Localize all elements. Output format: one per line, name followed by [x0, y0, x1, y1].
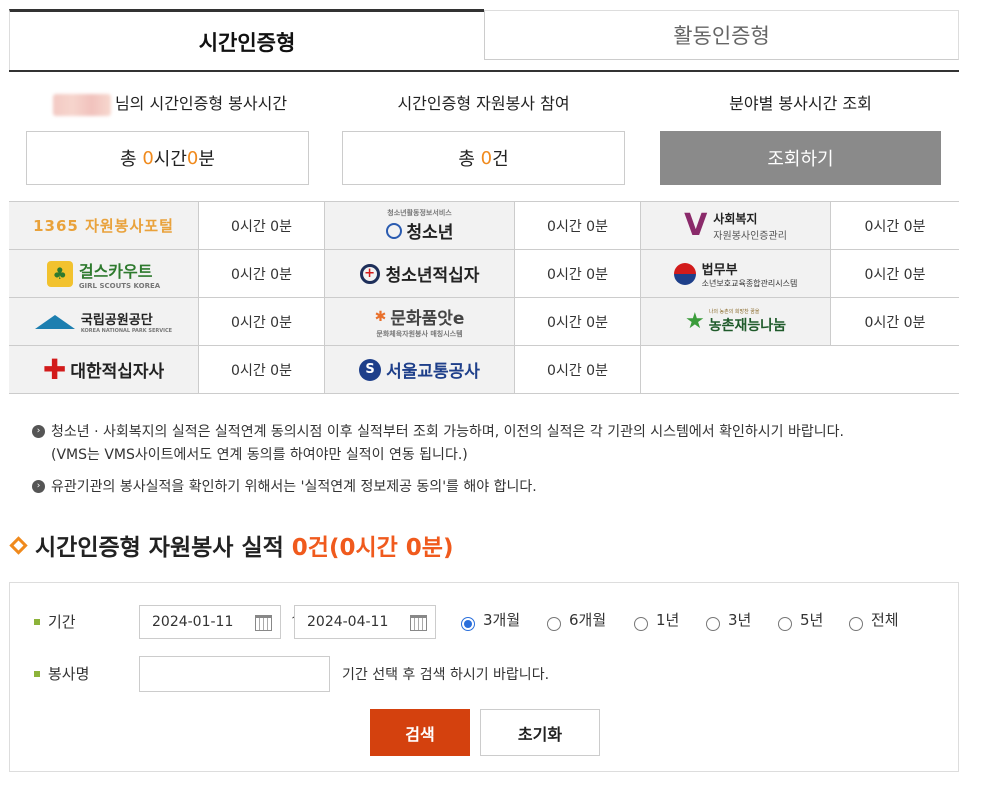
range-6m-radio[interactable]: 6개월 [547, 609, 606, 631]
radio-icon[interactable] [634, 617, 648, 631]
taegeuk-icon [673, 262, 696, 285]
calendar-icon[interactable] [255, 615, 272, 631]
mountain-icon [34, 314, 75, 329]
org-logo-social-welfare: V 사회복지 자원봉사인증관리 [641, 202, 831, 250]
people-icon: ✱ [374, 308, 387, 325]
chevron-right-icon: › [32, 479, 45, 493]
red-cross-icon: ✚ [42, 352, 67, 386]
section-title: 시간인증형 자원봉사 실적 0건(0시간 0분) [9, 528, 453, 562]
total-count-box: 총 0건 [342, 131, 625, 185]
org-logo-1365: 1365 자원봉사포털 [9, 202, 199, 250]
radio-checked-icon[interactable] [461, 617, 475, 631]
range-all-radio[interactable]: 전체 [849, 609, 899, 631]
total-hours-box: 총 0 시간 0분 [26, 131, 309, 185]
org-value-youth-red-cross: 0시간 0분 [515, 250, 641, 298]
end-date-input[interactable]: 2024-04-11 [294, 605, 436, 639]
tab-activity-certified[interactable]: 활동인증형 [484, 10, 959, 60]
range-3m-radio[interactable]: 3개월 [461, 609, 520, 631]
search-hint: 기간 선택 후 검색 하시기 바랍니다. [342, 667, 550, 683]
v-icon: V [684, 208, 708, 243]
participation-label: 시간인증형 자원봉사 참여 [397, 94, 570, 113]
org-value-national-park: 0시간 0분 [199, 298, 325, 346]
smile-icon [385, 222, 402, 239]
note-1b: (VMS는 VMS사이트에서도 연계 동의를 하여야만 실적이 연동 됩니다.) [51, 447, 468, 463]
radio-icon[interactable] [778, 617, 792, 631]
empty-cell [641, 346, 959, 394]
diamond-icon [9, 535, 28, 555]
org-logo-rural-talent: ★ 나의 농촌의 희망찬 꿈을 농촌재능나눔 [641, 298, 831, 346]
service-name-label: 봉사명 [34, 663, 89, 684]
metro-icon: S [359, 358, 382, 381]
org-value-culture: 0시간 0분 [515, 298, 641, 346]
org-value-youth: 0시간 0분 [515, 202, 641, 250]
range-3y-radio[interactable]: 3년 [706, 609, 751, 631]
note-1: › 청소년 · 사회복지의 실적은 실적연계 동의시점 이후 실적부터 조회 가능… [32, 421, 844, 443]
tab-divider [9, 70, 959, 72]
star-person-icon: ★ [684, 309, 705, 334]
field-lookup-label: 분야별 봉사시간 조회 [729, 94, 872, 113]
blurred-username [52, 93, 111, 116]
search-form: 기간 2024-01-11 ~ 2024-04-11 3개월 6개월 1년 3년… [9, 582, 959, 772]
square-bullet-icon [34, 670, 40, 677]
org-logo-youth: 청소년활동정보서비스 청소년 [325, 202, 515, 250]
org-value-ministry-justice: 0시간 0분 [831, 250, 959, 298]
lookup-button[interactable]: 조회하기 [660, 131, 941, 185]
org-value-1365: 0시간 0분 [199, 202, 325, 250]
chevron-right-icon: › [32, 424, 45, 438]
period-label: 기간 [34, 611, 76, 632]
radio-icon[interactable] [849, 617, 863, 631]
org-logo-youth-red-cross: + 청소년적십자 [325, 250, 515, 298]
service-name-input[interactable] [139, 656, 330, 692]
radio-icon[interactable] [706, 617, 720, 631]
org-logo-girl-scouts: ♣ 걸스카우트 GIRL SCOUTS KOREA [9, 250, 199, 298]
org-value-red-cross: 0시간 0분 [199, 346, 325, 394]
range-1y-radio[interactable]: 1년 [634, 609, 679, 631]
calendar-icon[interactable] [410, 615, 427, 631]
reset-button[interactable]: 초기화 [480, 709, 600, 756]
org-value-seoul-metro: 0시간 0분 [515, 346, 641, 394]
org-grid: 1365 자원봉사포털 0시간 0분 청소년활동정보서비스 청소년 0시간 0분… [9, 201, 959, 395]
org-value-girl-scouts: 0시간 0분 [199, 250, 325, 298]
square-bullet-icon [34, 618, 40, 625]
start-date-input[interactable]: 2024-01-11 [139, 605, 281, 639]
org-logo-ministry-justice: 법무부 소년보호교육종합관리시스템 [641, 250, 831, 298]
tab-bar: 시간인증형 활동인증형 [9, 9, 959, 71]
note-2: › 유관기관의 봉사실적을 확인하기 위해서는 '실적연계 정보제공 동의'를 해… [32, 476, 537, 498]
org-value-social-welfare: 0시간 0분 [831, 202, 959, 250]
range-5y-radio[interactable]: 5년 [778, 609, 823, 631]
clover-icon: ♣ [46, 260, 73, 287]
tab-time-certified[interactable]: 시간인증형 [9, 9, 484, 71]
org-logo-red-cross: ✚ 대한적십자사 [9, 346, 199, 394]
user-hours-label: 님의 시간인증형 봉사시간 [40, 90, 300, 116]
org-logo-national-park: 국립공원공단 KOREA NATIONAL PARK SERVICE [9, 298, 199, 346]
org-value-rural-talent: 0시간 0분 [831, 298, 959, 346]
org-logo-culture: ✱ 문화품앗e 문화체육자원봉사 매칭시스템 [325, 298, 515, 346]
red-cross-circle-icon: + [359, 263, 380, 284]
org-logo-seoul-metro: S 서울교통공사 [325, 346, 515, 394]
search-button[interactable]: 검색 [370, 709, 470, 756]
radio-icon[interactable] [547, 617, 561, 631]
